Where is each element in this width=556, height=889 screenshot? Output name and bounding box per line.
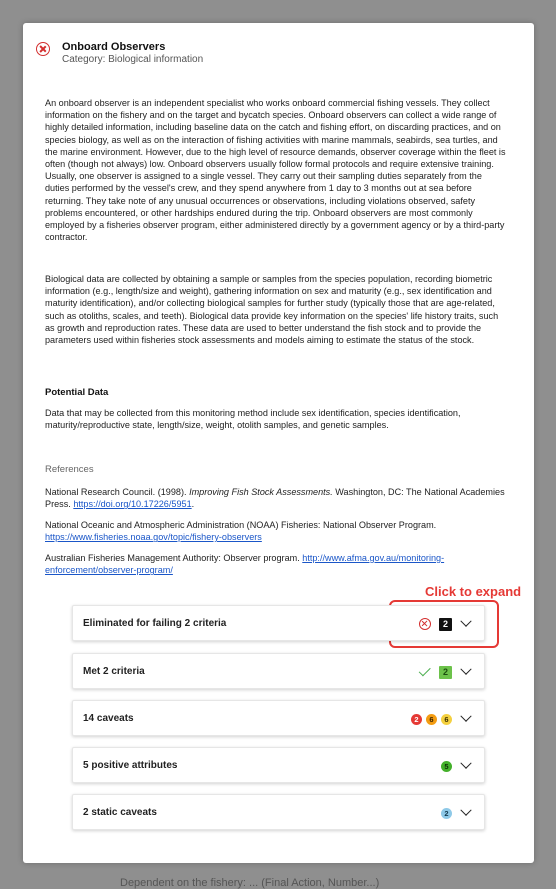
references-heading: References xyxy=(45,464,94,475)
modal-category: Category: Biological information xyxy=(62,54,204,65)
panel-badges: 2 xyxy=(419,615,472,633)
severity-badge-medium: 6 xyxy=(426,713,437,725)
panel-label: Met 2 criteria xyxy=(83,666,145,677)
reference-item: National Oceanic and Atmospheric Adminis… xyxy=(45,519,507,543)
panel-eliminated-criteria[interactable]: Eliminated for failing 2 criteria 2 xyxy=(72,605,485,641)
reference-text: National Research Council. (1998). xyxy=(45,487,190,497)
panel-label: 2 static caveats xyxy=(83,807,157,818)
chevron-down-icon[interactable] xyxy=(460,663,472,675)
method-detail-modal: Onboard Observers Category: Biological i… xyxy=(23,23,534,863)
reference-item: National Research Council. (1998). Impro… xyxy=(45,486,507,510)
panel-met-criteria[interactable]: Met 2 criteria 2 xyxy=(72,653,485,689)
checkmark-icon xyxy=(418,663,431,676)
count-badge: 2 xyxy=(441,807,452,819)
reference-link[interactable]: https://www.fisheries.noaa.gov/topic/fis… xyxy=(45,532,262,542)
biological-data-paragraph: Biological data are collected by obtaini… xyxy=(45,274,499,346)
chevron-down-icon[interactable] xyxy=(460,615,472,627)
panel-badges: 2 xyxy=(441,804,472,822)
modal-title: Onboard Observers xyxy=(62,41,166,53)
close-icon[interactable] xyxy=(36,42,50,56)
reference-item: Australian Fisheries Management Authorit… xyxy=(45,552,507,576)
reference-link[interactable]: https://doi.org/10.17226/5951 xyxy=(73,499,191,509)
chevron-down-icon[interactable] xyxy=(460,710,472,722)
panel-label: Eliminated for failing 2 criteria xyxy=(83,618,227,629)
click-to-expand-annotation: Click to expand xyxy=(425,584,522,599)
potential-data-text: Data that may be collected from this mon… xyxy=(45,408,461,431)
panel-badges: 2 6 6 xyxy=(411,710,472,728)
panel-badges: 2 xyxy=(418,663,472,681)
backdrop-text: Dependent on the fishery: ... (Final Act… xyxy=(120,877,380,889)
description-paragraph: An onboard observer is an independent sp… xyxy=(45,98,506,243)
panel-positive-attributes[interactable]: 5 positive attributes 5 xyxy=(72,747,485,783)
potential-data-heading: Potential Data xyxy=(45,387,109,398)
x-circle-icon xyxy=(419,618,431,630)
count-badge: 2 xyxy=(439,665,452,679)
chevron-down-icon[interactable] xyxy=(460,757,472,769)
severity-badge-high: 2 xyxy=(411,713,422,725)
panel-badges: 5 xyxy=(441,757,472,775)
modal-header: Onboard Observers Category: Biological i… xyxy=(23,23,534,83)
reference-text: National Oceanic and Atmospheric Adminis… xyxy=(45,520,437,530)
reference-text: . xyxy=(191,499,195,510)
panel-label: 5 positive attributes xyxy=(83,760,178,771)
panel-static-caveats[interactable]: 2 static caveats 2 xyxy=(72,794,485,830)
reference-text: Australian Fisheries Management Authorit… xyxy=(45,553,303,563)
panel-caveats[interactable]: 14 caveats 2 6 6 xyxy=(72,700,485,736)
panel-label: 14 caveats xyxy=(83,713,134,724)
reference-title: Improving Fish Stock Assessments. xyxy=(189,487,333,497)
count-badge: 2 xyxy=(439,617,452,631)
count-badge: 5 xyxy=(441,760,452,772)
severity-badge-low: 6 xyxy=(441,713,452,725)
chevron-down-icon[interactable] xyxy=(460,804,472,816)
